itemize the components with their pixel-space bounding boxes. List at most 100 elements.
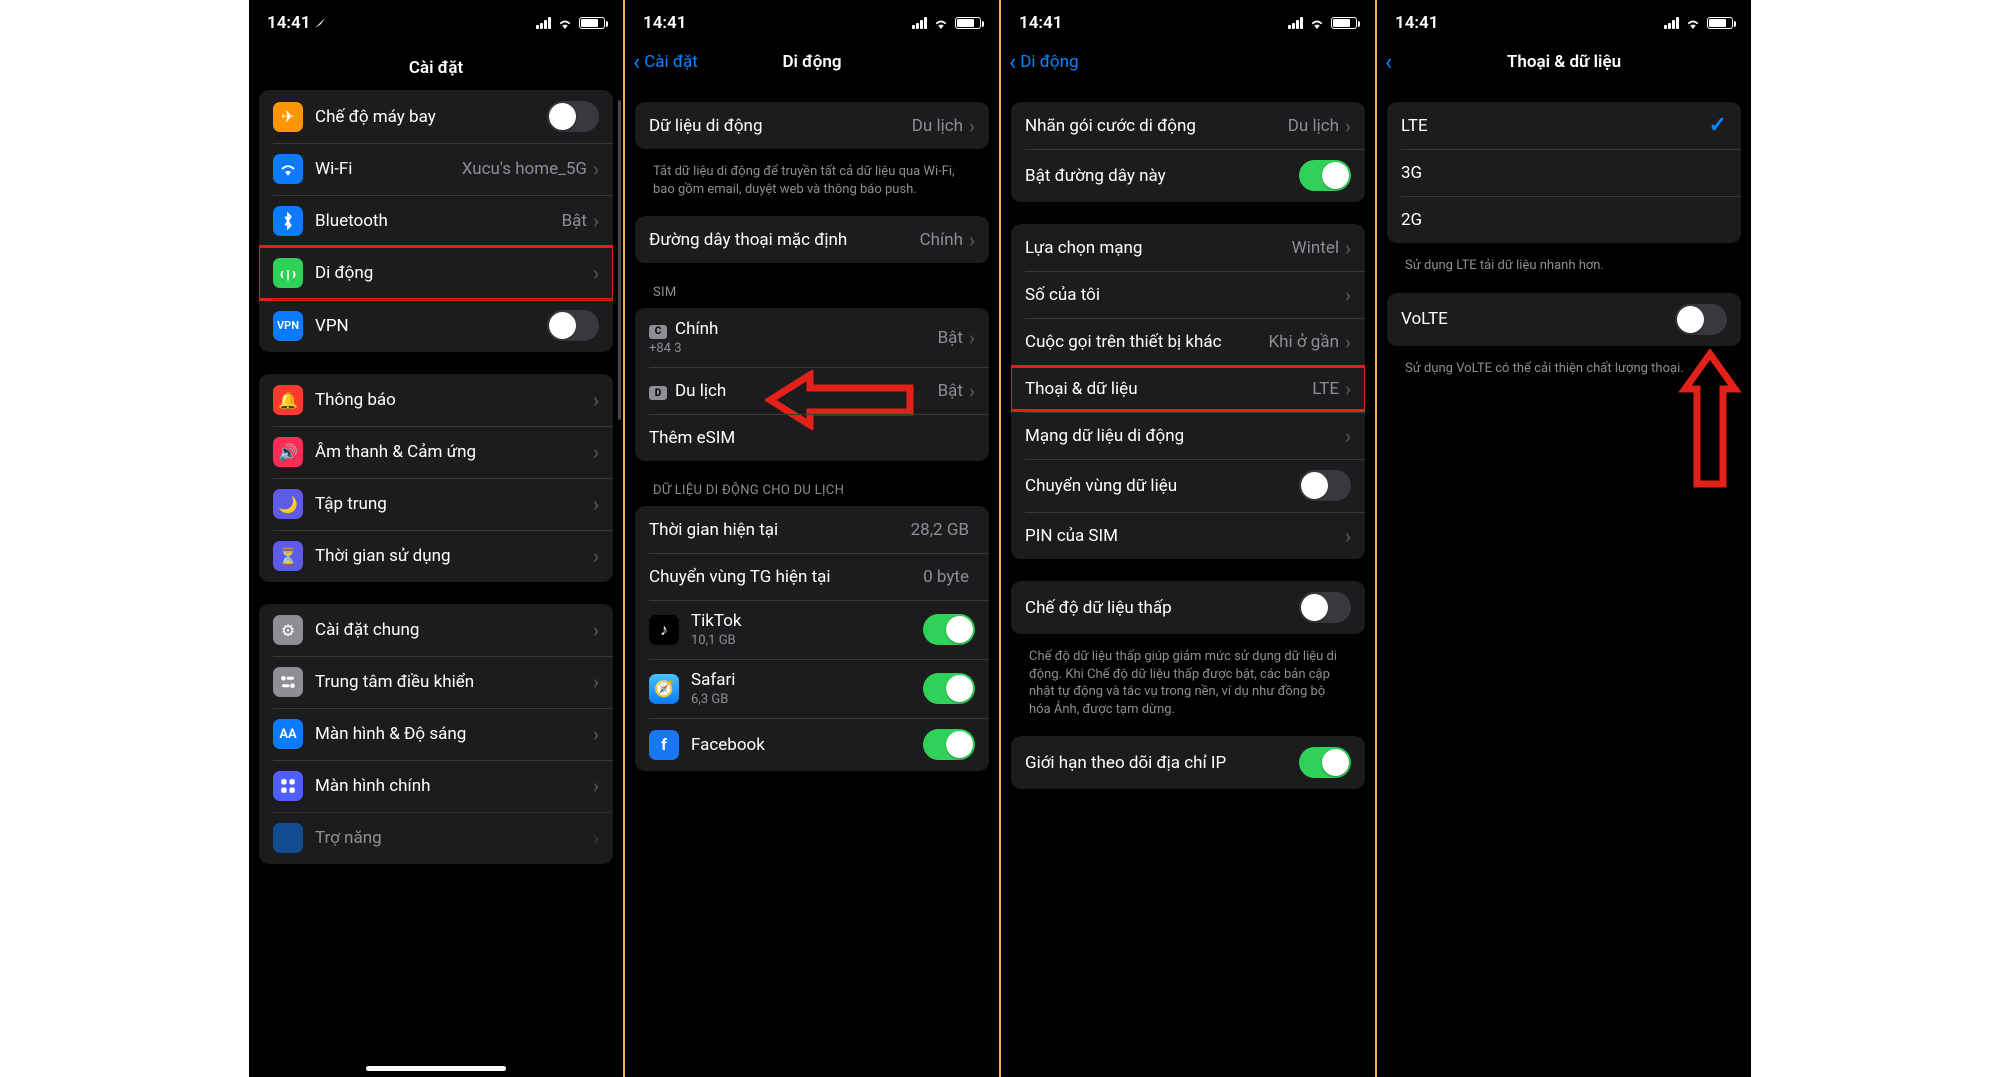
row-airplane[interactable]: ✈︎ Chế độ máy bay (259, 90, 613, 143)
ip-toggle[interactable] (1299, 747, 1351, 778)
option-3g[interactable]: 3G (1387, 149, 1741, 196)
row-default-line[interactable]: Đường dây thoại mặc định Chính › (635, 216, 989, 263)
vpn-icon: VPN (273, 311, 303, 341)
row-app-safari[interactable]: 🧭 Safari6,3 GB (635, 659, 989, 718)
safari-icon: 🧭 (649, 674, 679, 704)
row-low-data-mode[interactable]: Chế độ dữ liệu thấp (1011, 581, 1365, 634)
chevron-right-icon: › (593, 390, 599, 410)
back-button[interactable]: ‹Di động (1009, 50, 1079, 74)
grid-icon (273, 771, 303, 801)
scrollbar[interactable] (618, 100, 621, 420)
row-add-esim[interactable]: Thêm eSIM (635, 414, 989, 461)
line-toggle[interactable] (1299, 160, 1351, 191)
chevron-right-icon: › (593, 724, 599, 744)
gear-icon: ⚙︎ (273, 615, 303, 645)
settings-group-network: ✈︎ Chế độ máy bay Wi-Fi Xucu's home_5G ›… (259, 90, 613, 352)
settings-group-general: ⚙︎ Cài đặt chung › Trung tâm điều khiển … (259, 604, 613, 864)
signal-icon (912, 17, 927, 29)
screen-sim-detail: 14:41 ‹Di động Nhãn gói cước di động Du … (1001, 0, 1375, 1077)
row-control-center[interactable]: Trung tâm điều khiển › (259, 656, 613, 708)
row-general[interactable]: ⚙︎ Cài đặt chung › (259, 604, 613, 656)
status-bar: 14:41 (1377, 0, 1751, 40)
row-screentime[interactable]: ⏳ Thời gian sử dụng › (259, 530, 613, 582)
speaker-icon: 🔊 (273, 437, 303, 467)
controls-icon (273, 667, 303, 697)
chevron-right-icon: › (1345, 332, 1351, 352)
row-homescreen[interactable]: Màn hình chính › (259, 760, 613, 812)
lowdata-toggle[interactable] (1299, 592, 1351, 623)
option-2g[interactable]: 2G (1387, 196, 1741, 243)
row-app-facebook[interactable]: f Facebook (635, 718, 989, 771)
chevron-right-icon: › (1345, 526, 1351, 546)
screen-settings: 14:41 Cài đặt ✈︎ Chế độ máy bay Wi-Fi Xu… (249, 0, 623, 1077)
status-time: 14:41 (267, 13, 310, 33)
status-time: 14:41 (1395, 13, 1438, 33)
airplane-toggle[interactable] (547, 101, 599, 132)
row-display[interactable]: AA Màn hình & Độ sáng › (259, 708, 613, 760)
app-toggle[interactable] (923, 614, 975, 645)
wifi-icon (1685, 17, 1701, 29)
chevron-right-icon: › (1345, 238, 1351, 258)
row-sounds[interactable]: 🔊 Âm thanh & Cảm ứng › (259, 426, 613, 478)
app-toggle[interactable] (923, 673, 975, 704)
sim-badge: D (649, 386, 667, 400)
row-calls-other-devices[interactable]: Cuộc gọi trên thiết bị khác Khi ở gần › (1011, 318, 1365, 365)
row-limit-ip-tracking[interactable]: Giới hạn theo dõi địa chỉ IP (1011, 736, 1365, 789)
home-indicator[interactable] (366, 1066, 506, 1071)
row-accessibility[interactable]: Trợ năng › (259, 812, 613, 864)
row-focus[interactable]: 🌙 Tập trung › (259, 478, 613, 530)
airplane-icon: ✈︎ (273, 102, 303, 132)
row-my-number[interactable]: Số của tôi › (1011, 271, 1365, 318)
row-sim-travel[interactable]: DDu lịch Bật › (635, 367, 989, 414)
chevron-right-icon: › (1345, 116, 1351, 136)
row-sim-pin[interactable]: PIN của SIM › (1011, 512, 1365, 559)
row-wifi[interactable]: Wi-Fi Xucu's home_5G › (259, 143, 613, 195)
mobile-data-note: Tắt dữ liệu di động để truyền tất cả dữ … (635, 155, 989, 198)
annotation-arrow-up (1675, 349, 1745, 489)
row-notifications[interactable]: 🔔 Thông báo › (259, 374, 613, 426)
row-bluetooth[interactable]: Bluetooth Bật › (259, 195, 613, 247)
row-plan-label[interactable]: Nhãn gói cước di động Du lịch › (1011, 102, 1365, 149)
tiktok-icon: ♪ (649, 615, 679, 645)
roaming-toggle[interactable] (1299, 470, 1351, 501)
row-app-tiktok[interactable]: ♪ TikTok10,1 GB (635, 600, 989, 659)
row-volte[interactable]: VoLTE (1387, 293, 1741, 346)
page-title: Thoại & dữ liệu (1377, 52, 1751, 72)
wifi-icon (1309, 17, 1325, 29)
bell-icon: 🔔 (273, 385, 303, 415)
option-lte[interactable]: LTE ✓ (1387, 102, 1741, 149)
status-time: 14:41 (1019, 13, 1062, 33)
row-data-roaming[interactable]: Chuyển vùng dữ liệu (1011, 459, 1365, 512)
row-voice-data[interactable]: Thoại & dữ liệu LTE › (1011, 365, 1365, 412)
bluetooth-icon (273, 206, 303, 236)
location-icon (314, 17, 326, 29)
row-network-selection[interactable]: Lựa chọn mạng Wintel › (1011, 224, 1365, 271)
vpn-toggle[interactable] (547, 310, 599, 341)
battery-icon (1707, 17, 1733, 29)
chevron-right-icon: › (593, 159, 599, 179)
row-current-period: Thời gian hiện tại 28,2 GB (635, 506, 989, 553)
settings-group-notifications: 🔔 Thông báo › 🔊 Âm thanh & Cảm ứng › 🌙 T… (259, 374, 613, 582)
checkmark-icon: ✓ (1709, 113, 1727, 138)
data-section-header: DỮ LIỆU DI ĐỘNG CHO DU LỊCH (635, 483, 989, 506)
chevron-right-icon: › (593, 263, 599, 283)
chevron-right-icon: › (1345, 426, 1351, 446)
row-enable-line[interactable]: Bật đường dây này (1011, 149, 1365, 202)
row-sim-primary[interactable]: CChính+84 3 Bật › (635, 308, 989, 367)
lte-note: Sử dụng LTE tải dữ liệu nhanh hơn. (1387, 249, 1741, 275)
chevron-right-icon: › (593, 828, 599, 848)
wifi-setting-icon (273, 154, 303, 184)
row-roaming-period: Chuyển vùng TG hiện tại 0 byte (635, 553, 989, 600)
antenna-icon (273, 258, 303, 288)
app-toggle[interactable] (923, 729, 975, 760)
chevron-left-icon: ‹ (1009, 50, 1016, 74)
battery-icon (579, 17, 605, 29)
volte-toggle[interactable] (1675, 304, 1727, 335)
row-vpn[interactable]: VPN VPN (259, 299, 613, 352)
sim-section-header: SIM (635, 285, 989, 308)
chevron-right-icon: › (593, 546, 599, 566)
row-mobile-data[interactable]: Dữ liệu di động Du lịch › (635, 102, 989, 149)
row-cellular-data-network[interactable]: Mạng dữ liệu di động › (1011, 412, 1365, 459)
chevron-right-icon: › (969, 381, 975, 401)
row-cellular[interactable]: Di động › (259, 247, 613, 299)
